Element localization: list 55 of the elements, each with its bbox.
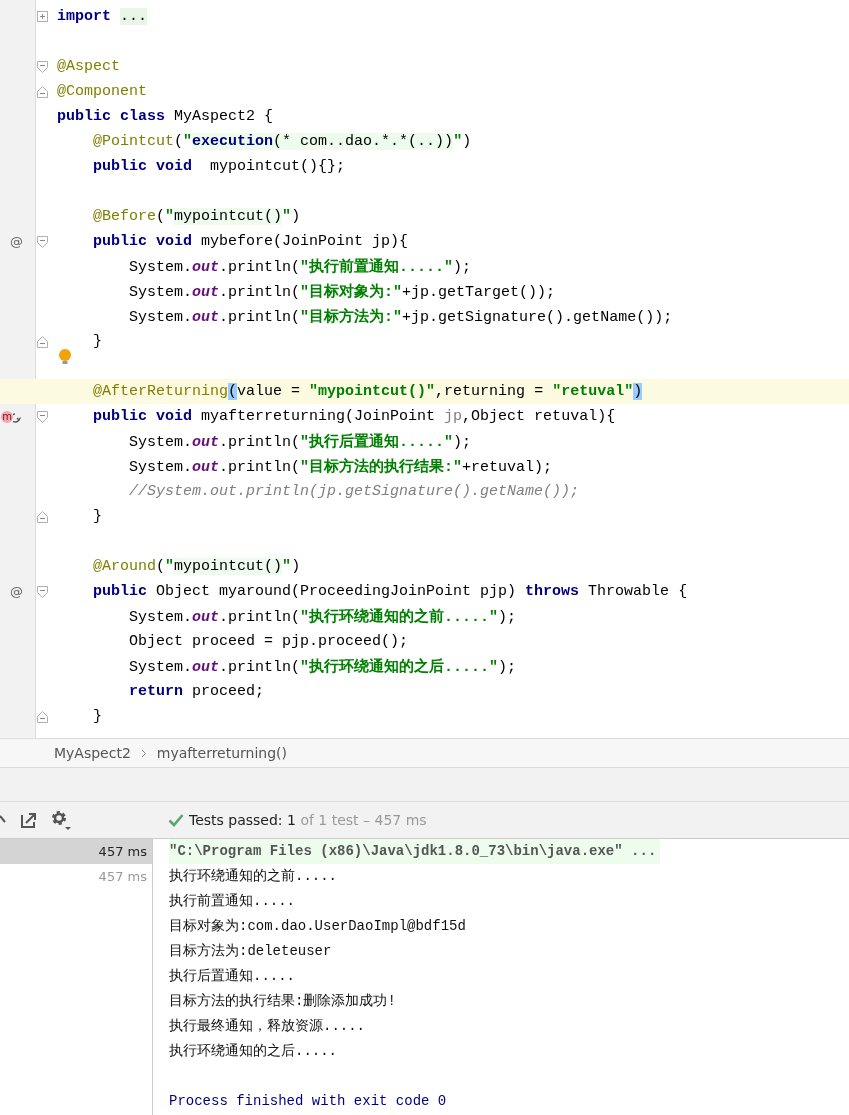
console-output-line: 执行环绕通知的之后..... — [169, 1042, 338, 1061]
breadcrumb-item[interactable]: myafterreturning() — [156, 745, 288, 761]
code-line: System.out.println("执行环绕通知的之后....."); — [128, 659, 517, 676]
code-line: } — [92, 508, 103, 525]
code-line: public void myafterreturning(JoinPoint jp,Object retuval){ — [92, 408, 616, 425]
console-output-line: 执行后置通知..... — [169, 967, 296, 986]
code-line: import ... — [57, 8, 148, 25]
fold-end-icon[interactable] — [36, 335, 48, 348]
console-output-line: 目标方法为:deleteuser — [169, 942, 333, 961]
code-line: } — [92, 708, 103, 725]
code-line: } — [92, 333, 103, 350]
code-line: @Before("mypointcut()") — [92, 208, 301, 225]
test-duration-row[interactable]: 457 ms — [0, 864, 152, 889]
console-output-line: 目标对象为:com.dao.UserDaoImpl@bdf15d — [169, 917, 467, 936]
test-duration-row[interactable]: 457 ms — [0, 839, 152, 864]
test-status-text: Tests passed: 1 of 1 test – 457 ms — [189, 812, 427, 828]
code-line: @Component — [57, 83, 148, 100]
code-line: @Aspect — [57, 58, 121, 75]
implemented-marker-icon[interactable]: @ — [10, 584, 23, 599]
code-line: public class MyAspect2 { — [57, 108, 274, 125]
console-output-line: 执行最终通知，释放资源..... — [169, 1017, 366, 1036]
lightbulb-icon[interactable] — [58, 348, 72, 366]
code-line: System.out.println("目标方法为:"+jp.getSignature().getName()); — [128, 309, 673, 326]
code-line: @Pointcut("execution(* com..dao.*.*(..))") — [92, 133, 472, 150]
code-line: return proceed; — [128, 683, 265, 700]
code-line: Object proceed = pjp.proceed(); — [128, 633, 409, 650]
code-line: System.out.println("目标对象为:"+jp.getTarget()); — [128, 284, 556, 301]
code-line: System.out.println("执行环绕通知的之前....."); — [128, 609, 517, 626]
settings-icon[interactable] — [50, 809, 72, 831]
collapse-fold-icon[interactable] — [36, 60, 48, 73]
console-output-line: 目标方法的执行结果:删除添加成功! — [169, 992, 397, 1011]
code-line: public void mybefore(JoinPoint jp){ — [92, 233, 409, 250]
code-line: System.out.println("目标方法的执行结果:"+retuval); — [128, 459, 553, 476]
implemented-marker-icon[interactable]: @ — [10, 234, 23, 249]
console-output-line: 执行环绕通知的之前..... — [169, 867, 338, 886]
collapse-fold-icon[interactable] — [36, 585, 48, 598]
code-line: System.out.println("执行后置通知....."); — [128, 434, 472, 451]
fold-end-icon[interactable] — [36, 85, 48, 98]
code-line: @Around("mypointcut()") — [92, 558, 301, 575]
code-line: @AfterReturning(value = "mypointcut()",returning = "retuval") — [92, 383, 643, 400]
collapse-fold-icon[interactable] — [36, 235, 48, 248]
code-line: public void mypointcut(){}; — [92, 158, 346, 175]
code-line: System.out.println("执行前置通知....."); — [128, 259, 472, 276]
console-exit-line: Process finished with exit code 0 — [169, 1092, 448, 1111]
export-icon[interactable] — [20, 811, 38, 829]
code-line: //System.out.println(jp.getSignature().getName()); — [128, 483, 580, 500]
chevron-icon — [140, 748, 147, 758]
check-icon — [168, 813, 184, 827]
code-line: public Object myaround(ProceedingJoinPoint pjp) throws Throwable { — [92, 583, 688, 600]
fold-end-icon[interactable] — [36, 510, 48, 523]
breadcrumb-item[interactable]: MyAspect2 — [54, 745, 131, 761]
collapse-fold-icon[interactable] — [36, 410, 48, 423]
fold-end-icon[interactable] — [36, 710, 48, 723]
expand-fold-icon[interactable] — [36, 11, 48, 22]
console-output-line: 执行前置通知..... — [169, 892, 296, 911]
